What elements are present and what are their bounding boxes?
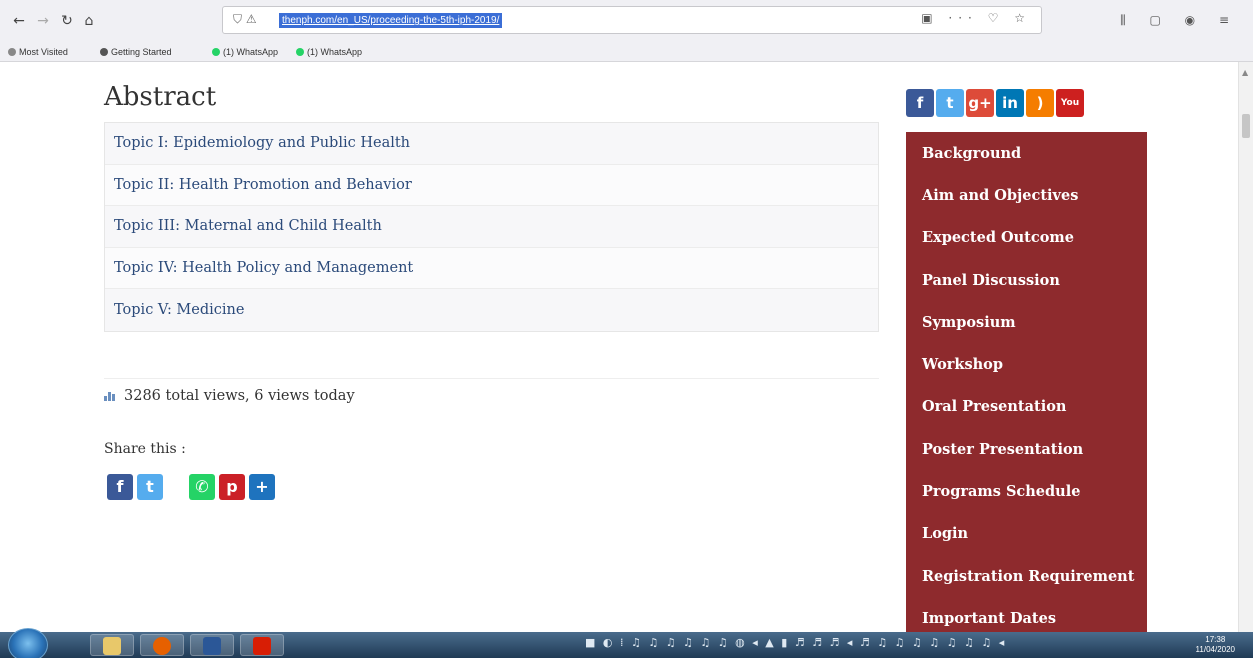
bookmark-whatsapp-2[interactable]: (1) WhatsApp [296, 47, 362, 57]
sidebar-item-login[interactable]: Login [906, 513, 1147, 555]
topic-link[interactable]: Topic I: Epidemiology and Public Health [105, 123, 878, 165]
sidebar-item-expected-outcome[interactable]: Expected Outcome [906, 217, 1147, 259]
sidebar-item-aim-objectives[interactable]: Aim and Objectives [906, 174, 1147, 216]
scroll-up-icon[interactable]: ▲ [1242, 68, 1248, 77]
taskbar-word[interactable] [190, 634, 234, 656]
taskbar-clock[interactable]: 17:38 11/04/2020 [1196, 635, 1235, 655]
forward-icon[interactable]: → [34, 12, 52, 30]
sidebar-item-background[interactable]: Background [906, 132, 1147, 174]
topic-link[interactable]: Topic III: Maternal and Child Health [105, 206, 878, 248]
facebook-icon[interactable]: f [107, 474, 133, 500]
browser-toolbar: ← → ↻ ⌂ ⛉ ⚠ thenph.com/en_US/proceeding-… [0, 0, 1253, 44]
home-icon[interactable]: ⌂ [80, 12, 98, 30]
sidebar-item-panel-discussion[interactable]: Panel Discussion [906, 259, 1147, 301]
word-icon [203, 637, 221, 655]
bookmark-whatsapp-1[interactable]: (1) WhatsApp [212, 47, 278, 57]
topic-link[interactable]: Topic II: Health Promotion and Behavior [105, 164, 878, 207]
clock-date: 11/04/2020 [1195, 645, 1235, 654]
whatsapp-icon[interactable]: ✆ [189, 474, 215, 500]
taskbar-explorer[interactable] [90, 634, 134, 656]
sidebar-item-registration-requirement[interactable]: Registration Requirement [906, 555, 1147, 597]
twitter-icon[interactable]: t [137, 474, 163, 500]
address-bar[interactable]: ⛉ ⚠ thenph.com/en_US/proceeding-the-5th-… [222, 6, 1042, 34]
folder-icon [103, 637, 121, 655]
sidebar-menu: Background Aim and Objectives Expected O… [906, 132, 1147, 632]
pdf-icon [253, 637, 271, 655]
system-tray-icons[interactable]: ■ ◐ ⁞ ♫ ♫ ♫ ♫ ♫ ♫ ◍ ◂ ▲ ▮ ♬ ♬ ♬ ◂ ♬ ♫ ♫ … [585, 636, 1006, 649]
taskbar-acrobat[interactable] [240, 634, 284, 656]
facebook-icon[interactable]: f [906, 89, 934, 117]
sidebar-item-symposium[interactable]: Symposium [906, 301, 1147, 343]
bookmark-getting-started[interactable]: Getting Started [100, 47, 172, 57]
taskbar: ■ ◐ ⁞ ♫ ♫ ♫ ♫ ♫ ♫ ◍ ◂ ▲ ▮ ♬ ♬ ♬ ◂ ♬ ♫ ♫ … [0, 628, 1253, 658]
view-counter: 3286 total views, 6 views today [104, 388, 355, 404]
whatsapp-icon [296, 48, 304, 56]
firefox-icon [100, 48, 108, 56]
page-actions-icons[interactable]: ▣ ··· ♡ ☆ [921, 11, 1031, 25]
pinterest-icon[interactable]: p [219, 474, 245, 500]
sidebar-item-oral-presentation[interactable]: Oral Presentation [906, 386, 1147, 428]
site-info-icon[interactable]: ⛉ ⚠ [233, 12, 257, 27]
scrollbar-thumb[interactable] [1242, 114, 1250, 138]
url-text[interactable]: thenph.com/en_US/proceeding-the-5th-iph-… [279, 13, 503, 28]
start-button[interactable] [8, 628, 48, 658]
topic-link[interactable]: Topic IV: Health Policy and Management [105, 247, 878, 290]
firefox-icon [153, 637, 171, 655]
topic-link[interactable]: Topic V: Medicine [105, 289, 878, 331]
taskbar-firefox[interactable] [140, 634, 184, 656]
share-label: Share this : [104, 441, 186, 457]
sidebar-item-programs-schedule[interactable]: Programs Schedule [906, 470, 1147, 512]
bookmark-most-visited[interactable]: Most Visited [8, 47, 68, 57]
toolbar-extra-icons[interactable]: ⫼ ▢ ◉ ≡ [1120, 13, 1239, 28]
sidebar-item-poster-presentation[interactable]: Poster Presentation [906, 428, 1147, 470]
topic-list: Topic I: Epidemiology and Public Health … [104, 122, 879, 332]
clock-time: 17:38 [1205, 635, 1226, 644]
gear-icon [8, 48, 16, 56]
sidebar-item-workshop[interactable]: Workshop [906, 343, 1147, 385]
bookmarks-bar: Most Visited Getting Started (1) WhatsAp… [0, 44, 1253, 62]
sidebar-item-important-dates[interactable]: Important Dates [906, 597, 1147, 632]
rss-icon[interactable]: ) [1026, 89, 1054, 117]
scrollbar[interactable]: ▲ [1238, 62, 1253, 632]
more-share-icon[interactable]: + [249, 474, 275, 500]
reload-icon[interactable]: ↻ [58, 12, 76, 30]
linkedin-icon[interactable]: in [996, 89, 1024, 117]
whatsapp-icon [212, 48, 220, 56]
bar-chart-icon [104, 392, 115, 401]
twitter-icon[interactable]: t [936, 89, 964, 117]
divider [104, 378, 879, 379]
views-text: 3286 total views, 6 views today [124, 388, 355, 404]
page-title: Abstract [104, 82, 217, 112]
youtube-icon[interactable]: You [1056, 89, 1084, 117]
back-icon[interactable]: ← [10, 12, 28, 30]
google-plus-icon[interactable]: g+ [966, 89, 994, 117]
